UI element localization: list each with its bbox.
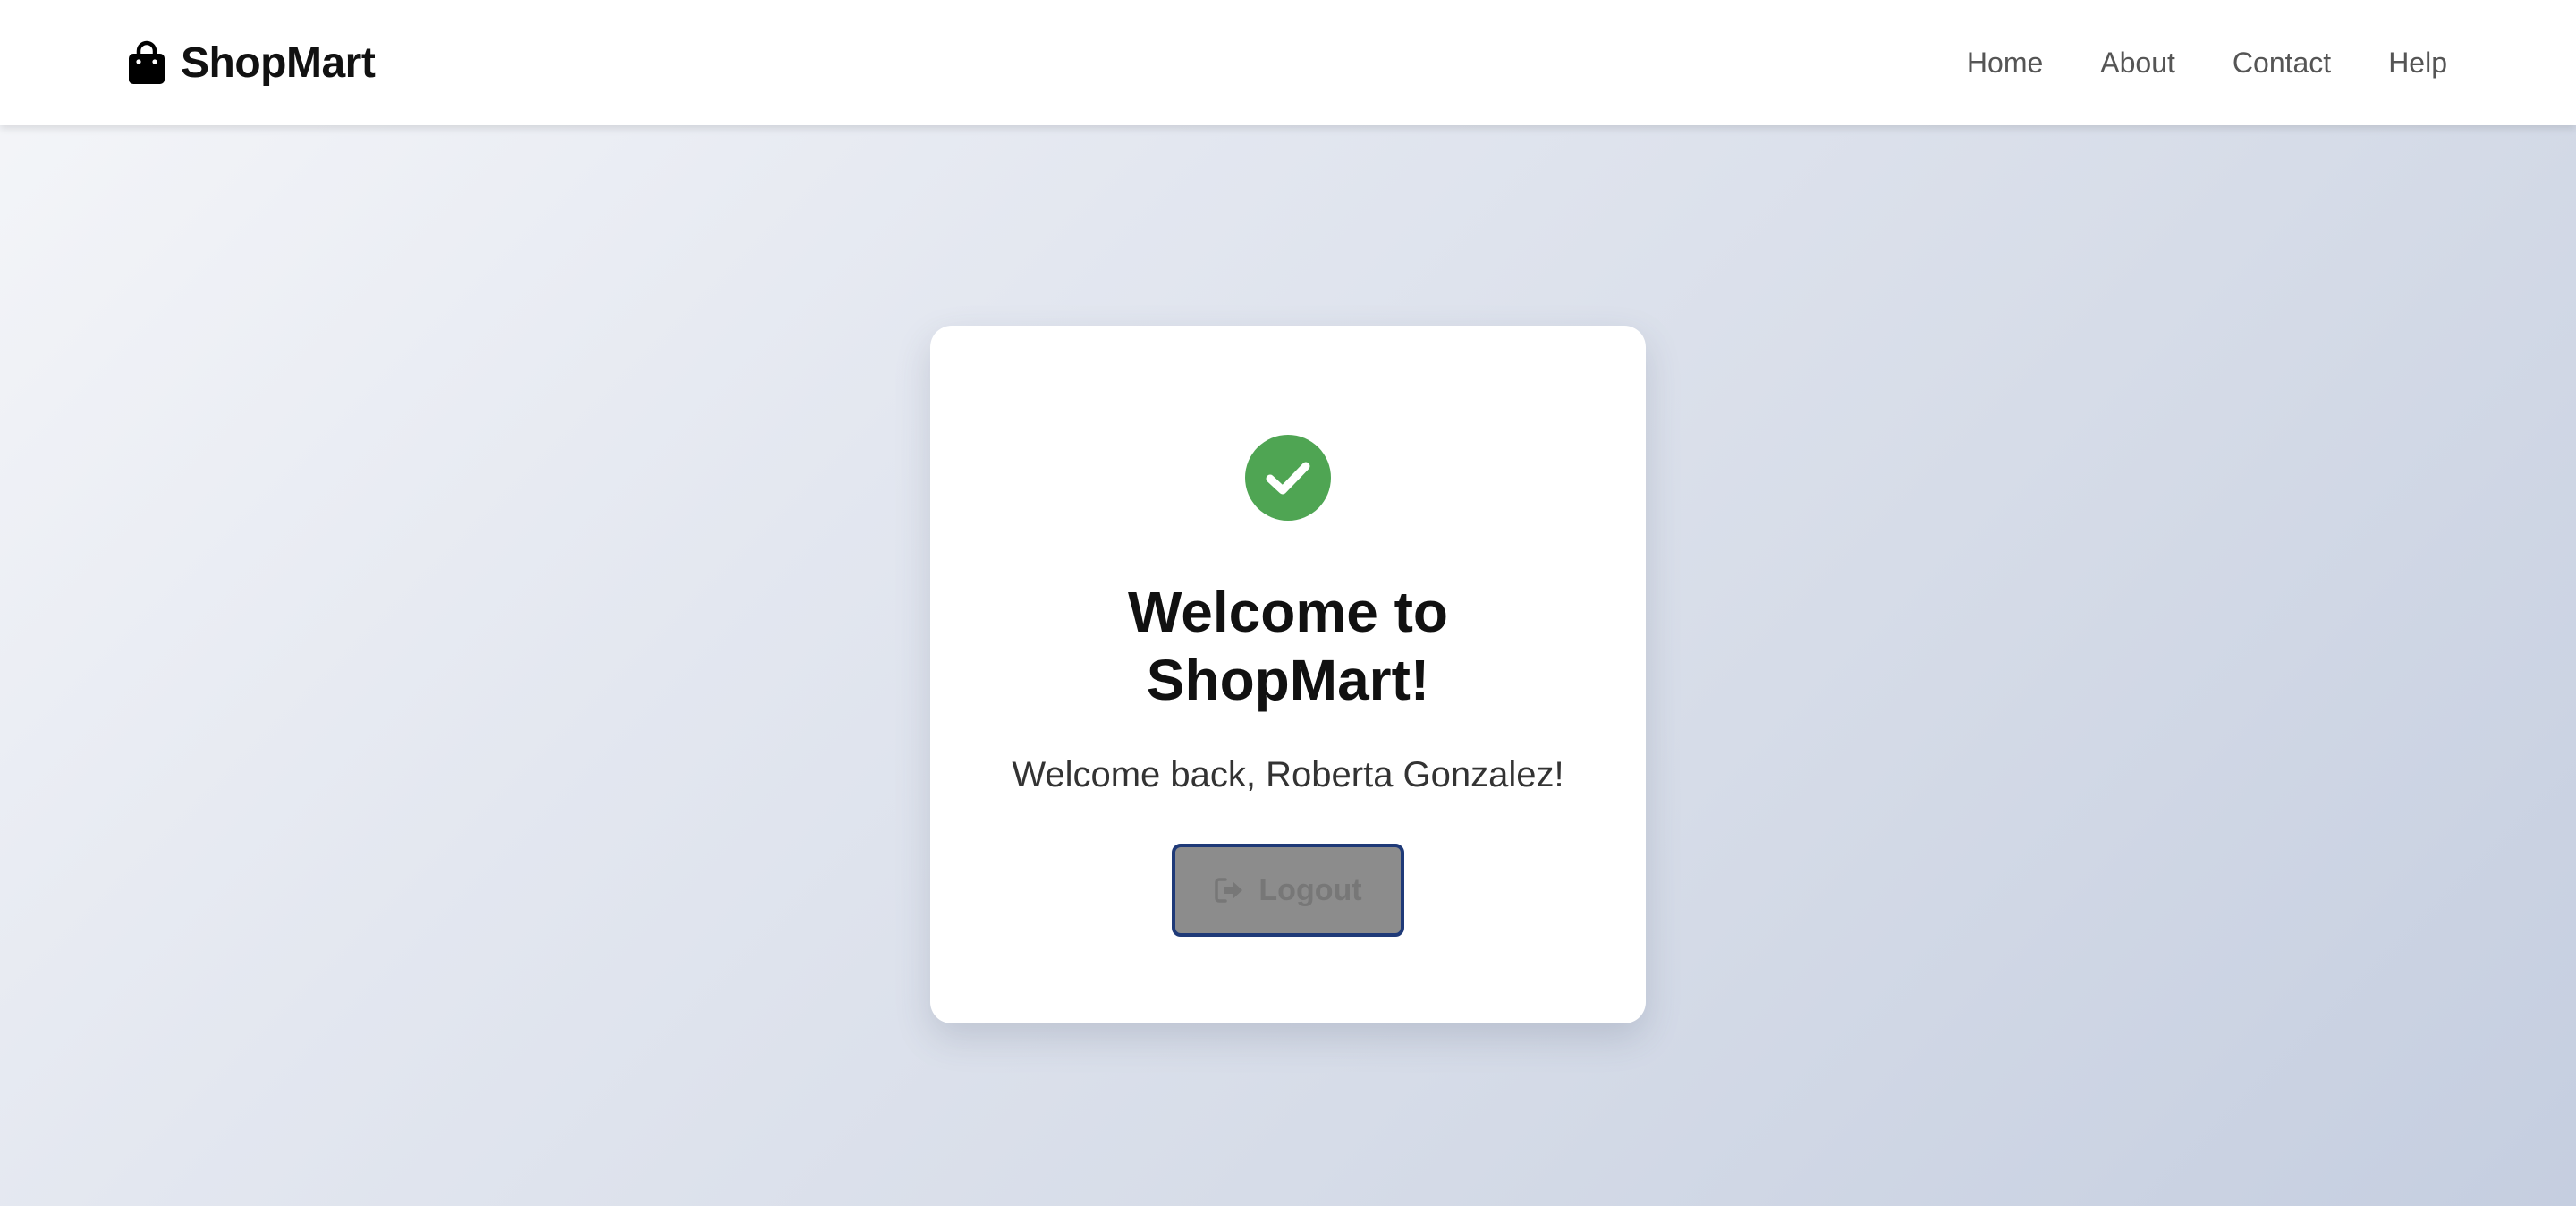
welcome-card: Welcome to ShopMart! Welcome back, Rober… (930, 326, 1646, 1023)
nav-link-about[interactable]: About (2100, 47, 2175, 80)
nav-link-contact[interactable]: Contact (2233, 47, 2331, 80)
sign-out-icon (1215, 878, 1243, 903)
nav-link-home[interactable]: Home (1967, 47, 2043, 80)
nav-links: Home About Contact Help (1967, 47, 2447, 80)
logout-label: Logout (1258, 872, 1362, 907)
top-navbar: ShopMart Home About Contact Help (0, 0, 2576, 125)
brand-logo-link[interactable]: ShopMart (127, 38, 376, 88)
logout-button[interactable]: Logout (1172, 844, 1404, 937)
welcome-message: Welcome back, Roberta Gonzalez! (1012, 755, 1564, 794)
check-circle-icon (1245, 435, 1331, 521)
brand-name: ShopMart (181, 38, 376, 87)
shopping-bag-icon (129, 40, 165, 84)
nav-link-help[interactable]: Help (2388, 47, 2447, 80)
welcome-title: Welcome to ShopMart! (1128, 580, 1448, 712)
